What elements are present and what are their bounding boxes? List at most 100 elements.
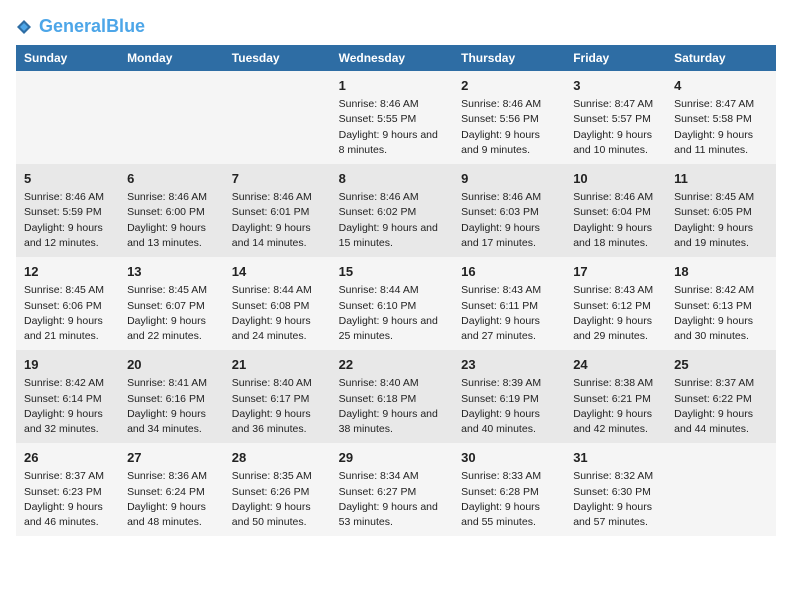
day-number: 2 (461, 77, 557, 95)
calendar-cell: 3 Sunrise: 8:47 AM Sunset: 5:57 PM Daylig… (565, 71, 666, 164)
day-number: 15 (339, 263, 446, 281)
calendar-table: SundayMondayTuesdayWednesdayThursdayFrid… (16, 45, 776, 536)
calendar-cell: 10 Sunrise: 8:46 AM Sunset: 6:04 PM Dayli… (565, 164, 666, 257)
day-info: Sunrise: 8:36 AM Sunset: 6:24 PM Dayligh… (127, 469, 216, 530)
day-info: Sunrise: 8:42 AM Sunset: 6:13 PM Dayligh… (674, 283, 768, 344)
day-number: 6 (127, 170, 216, 188)
day-info: Sunrise: 8:39 AM Sunset: 6:19 PM Dayligh… (461, 376, 557, 437)
day-info: Sunrise: 8:47 AM Sunset: 5:57 PM Dayligh… (573, 97, 658, 158)
day-info: Sunrise: 8:40 AM Sunset: 6:17 PM Dayligh… (232, 376, 323, 437)
calendar-cell: 21 Sunrise: 8:40 AM Sunset: 6:17 PM Dayli… (224, 350, 331, 443)
day-number: 7 (232, 170, 323, 188)
calendar-cell: 6 Sunrise: 8:46 AM Sunset: 6:00 PM Daylig… (119, 164, 224, 257)
day-info: Sunrise: 8:46 AM Sunset: 5:59 PM Dayligh… (24, 190, 111, 251)
day-number: 25 (674, 356, 768, 374)
calendar-cell: 23 Sunrise: 8:39 AM Sunset: 6:19 PM Dayli… (453, 350, 565, 443)
calendar-cell: 15 Sunrise: 8:44 AM Sunset: 6:10 PM Dayli… (331, 257, 454, 350)
day-info: Sunrise: 8:45 AM Sunset: 6:05 PM Dayligh… (674, 190, 768, 251)
calendar-cell: 24Sunrise: 8:38 AM Sunset: 6:21 PM Dayli… (565, 350, 666, 443)
day-number: 12 (24, 263, 111, 281)
logo: GeneralBlue (16, 16, 145, 37)
day-number: 3 (573, 77, 658, 95)
col-header-friday: Friday (565, 45, 666, 71)
calendar-cell: 26Sunrise: 8:37 AM Sunset: 6:23 PM Dayli… (16, 443, 119, 536)
day-info: Sunrise: 8:41 AM Sunset: 6:16 PM Dayligh… (127, 376, 216, 437)
week-row-4: 19 Sunrise: 8:42 AM Sunset: 6:14 PM Dayli… (16, 350, 776, 443)
week-row-5: 26Sunrise: 8:37 AM Sunset: 6:23 PM Dayli… (16, 443, 776, 536)
day-number: 14 (232, 263, 323, 281)
day-info: Sunrise: 8:35 AM Sunset: 6:26 PM Dayligh… (232, 469, 323, 530)
day-number: 13 (127, 263, 216, 281)
day-number: 31 (573, 449, 658, 467)
calendar-cell: 19 Sunrise: 8:42 AM Sunset: 6:14 PM Dayli… (16, 350, 119, 443)
day-number: 20 (127, 356, 216, 374)
day-number: 18 (674, 263, 768, 281)
day-info: Sunrise: 8:42 AM Sunset: 6:14 PM Dayligh… (24, 376, 111, 437)
day-number: 22 (339, 356, 446, 374)
day-info: Sunrise: 8:34 AM Sunset: 6:27 PM Dayligh… (339, 469, 446, 530)
week-row-1: 1Sunrise: 8:46 AM Sunset: 5:55 PM Daylig… (16, 71, 776, 164)
day-info: Sunrise: 8:40 AM Sunset: 6:18 PM Dayligh… (339, 376, 446, 437)
calendar-cell (16, 71, 119, 164)
calendar-cell: 17Sunrise: 8:43 AM Sunset: 6:12 PM Dayli… (565, 257, 666, 350)
logo-name: GeneralBlue (16, 16, 145, 37)
calendar-cell: 20 Sunrise: 8:41 AM Sunset: 6:16 PM Dayli… (119, 350, 224, 443)
calendar-cell: 8 Sunrise: 8:46 AM Sunset: 6:02 PM Daylig… (331, 164, 454, 257)
day-number: 1 (339, 77, 446, 95)
calendar-cell: 13 Sunrise: 8:45 AM Sunset: 6:07 PM Dayli… (119, 257, 224, 350)
day-number: 30 (461, 449, 557, 467)
day-info: Sunrise: 8:38 AM Sunset: 6:21 PM Dayligh… (573, 376, 658, 437)
day-info: Sunrise: 8:33 AM Sunset: 6:28 PM Dayligh… (461, 469, 557, 530)
day-number: 21 (232, 356, 323, 374)
calendar-cell (666, 443, 776, 536)
day-number: 9 (461, 170, 557, 188)
calendar-cell: 2Sunrise: 8:46 AM Sunset: 5:56 PM Daylig… (453, 71, 565, 164)
day-info: Sunrise: 8:46 AM Sunset: 6:04 PM Dayligh… (573, 190, 658, 251)
day-info: Sunrise: 8:45 AM Sunset: 6:07 PM Dayligh… (127, 283, 216, 344)
day-number: 29 (339, 449, 446, 467)
calendar-cell: 12 Sunrise: 8:45 AM Sunset: 6:06 PM Dayli… (16, 257, 119, 350)
day-number: 10 (573, 170, 658, 188)
day-info: Sunrise: 8:44 AM Sunset: 6:10 PM Dayligh… (339, 283, 446, 344)
day-number: 23 (461, 356, 557, 374)
calendar-cell: 4 Sunrise: 8:47 AM Sunset: 5:58 PM Daylig… (666, 71, 776, 164)
day-number: 26 (24, 449, 111, 467)
day-number: 27 (127, 449, 216, 467)
week-row-3: 12 Sunrise: 8:45 AM Sunset: 6:06 PM Dayli… (16, 257, 776, 350)
day-number: 8 (339, 170, 446, 188)
calendar-header-row: SundayMondayTuesdayWednesdayThursdayFrid… (16, 45, 776, 71)
calendar-cell: 29 Sunrise: 8:34 AM Sunset: 6:27 PM Dayli… (331, 443, 454, 536)
calendar-cell (224, 71, 331, 164)
day-number: 28 (232, 449, 323, 467)
day-info: Sunrise: 8:32 AM Sunset: 6:30 PM Dayligh… (573, 469, 658, 530)
calendar-cell: 7 Sunrise: 8:46 AM Sunset: 6:01 PM Daylig… (224, 164, 331, 257)
col-header-saturday: Saturday (666, 45, 776, 71)
logo-icon (16, 19, 32, 35)
calendar-cell: 1Sunrise: 8:46 AM Sunset: 5:55 PM Daylig… (331, 71, 454, 164)
day-number: 11 (674, 170, 768, 188)
calendar-cell: 11 Sunrise: 8:45 AM Sunset: 6:05 PM Dayli… (666, 164, 776, 257)
col-header-tuesday: Tuesday (224, 45, 331, 71)
col-header-sunday: Sunday (16, 45, 119, 71)
calendar-cell: 16Sunrise: 8:43 AM Sunset: 6:11 PM Dayli… (453, 257, 565, 350)
day-info: Sunrise: 8:46 AM Sunset: 6:01 PM Dayligh… (232, 190, 323, 251)
calendar-cell: 5 Sunrise: 8:46 AM Sunset: 5:59 PM Daylig… (16, 164, 119, 257)
day-info: Sunrise: 8:44 AM Sunset: 6:08 PM Dayligh… (232, 283, 323, 344)
calendar-cell: 30 Sunrise: 8:33 AM Sunset: 6:28 PM Dayli… (453, 443, 565, 536)
calendar-cell: 18 Sunrise: 8:42 AM Sunset: 6:13 PM Dayli… (666, 257, 776, 350)
day-info: Sunrise: 8:37 AM Sunset: 6:22 PM Dayligh… (674, 376, 768, 437)
day-info: Sunrise: 8:46 AM Sunset: 6:00 PM Dayligh… (127, 190, 216, 251)
day-number: 19 (24, 356, 111, 374)
col-header-thursday: Thursday (453, 45, 565, 71)
day-number: 5 (24, 170, 111, 188)
day-number: 16 (461, 263, 557, 281)
calendar-cell: 14 Sunrise: 8:44 AM Sunset: 6:08 PM Dayli… (224, 257, 331, 350)
day-info: Sunrise: 8:45 AM Sunset: 6:06 PM Dayligh… (24, 283, 111, 344)
day-info: Sunrise: 8:46 AM Sunset: 6:02 PM Dayligh… (339, 190, 446, 251)
calendar-cell: 9 Sunrise: 8:46 AM Sunset: 6:03 PM Daylig… (453, 164, 565, 257)
day-number: 4 (674, 77, 768, 95)
day-info: Sunrise: 8:43 AM Sunset: 6:12 PM Dayligh… (573, 283, 658, 344)
calendar-cell: 25 Sunrise: 8:37 AM Sunset: 6:22 PM Dayli… (666, 350, 776, 443)
day-info: Sunrise: 8:46 AM Sunset: 6:03 PM Dayligh… (461, 190, 557, 251)
day-info: Sunrise: 8:47 AM Sunset: 5:58 PM Dayligh… (674, 97, 768, 158)
